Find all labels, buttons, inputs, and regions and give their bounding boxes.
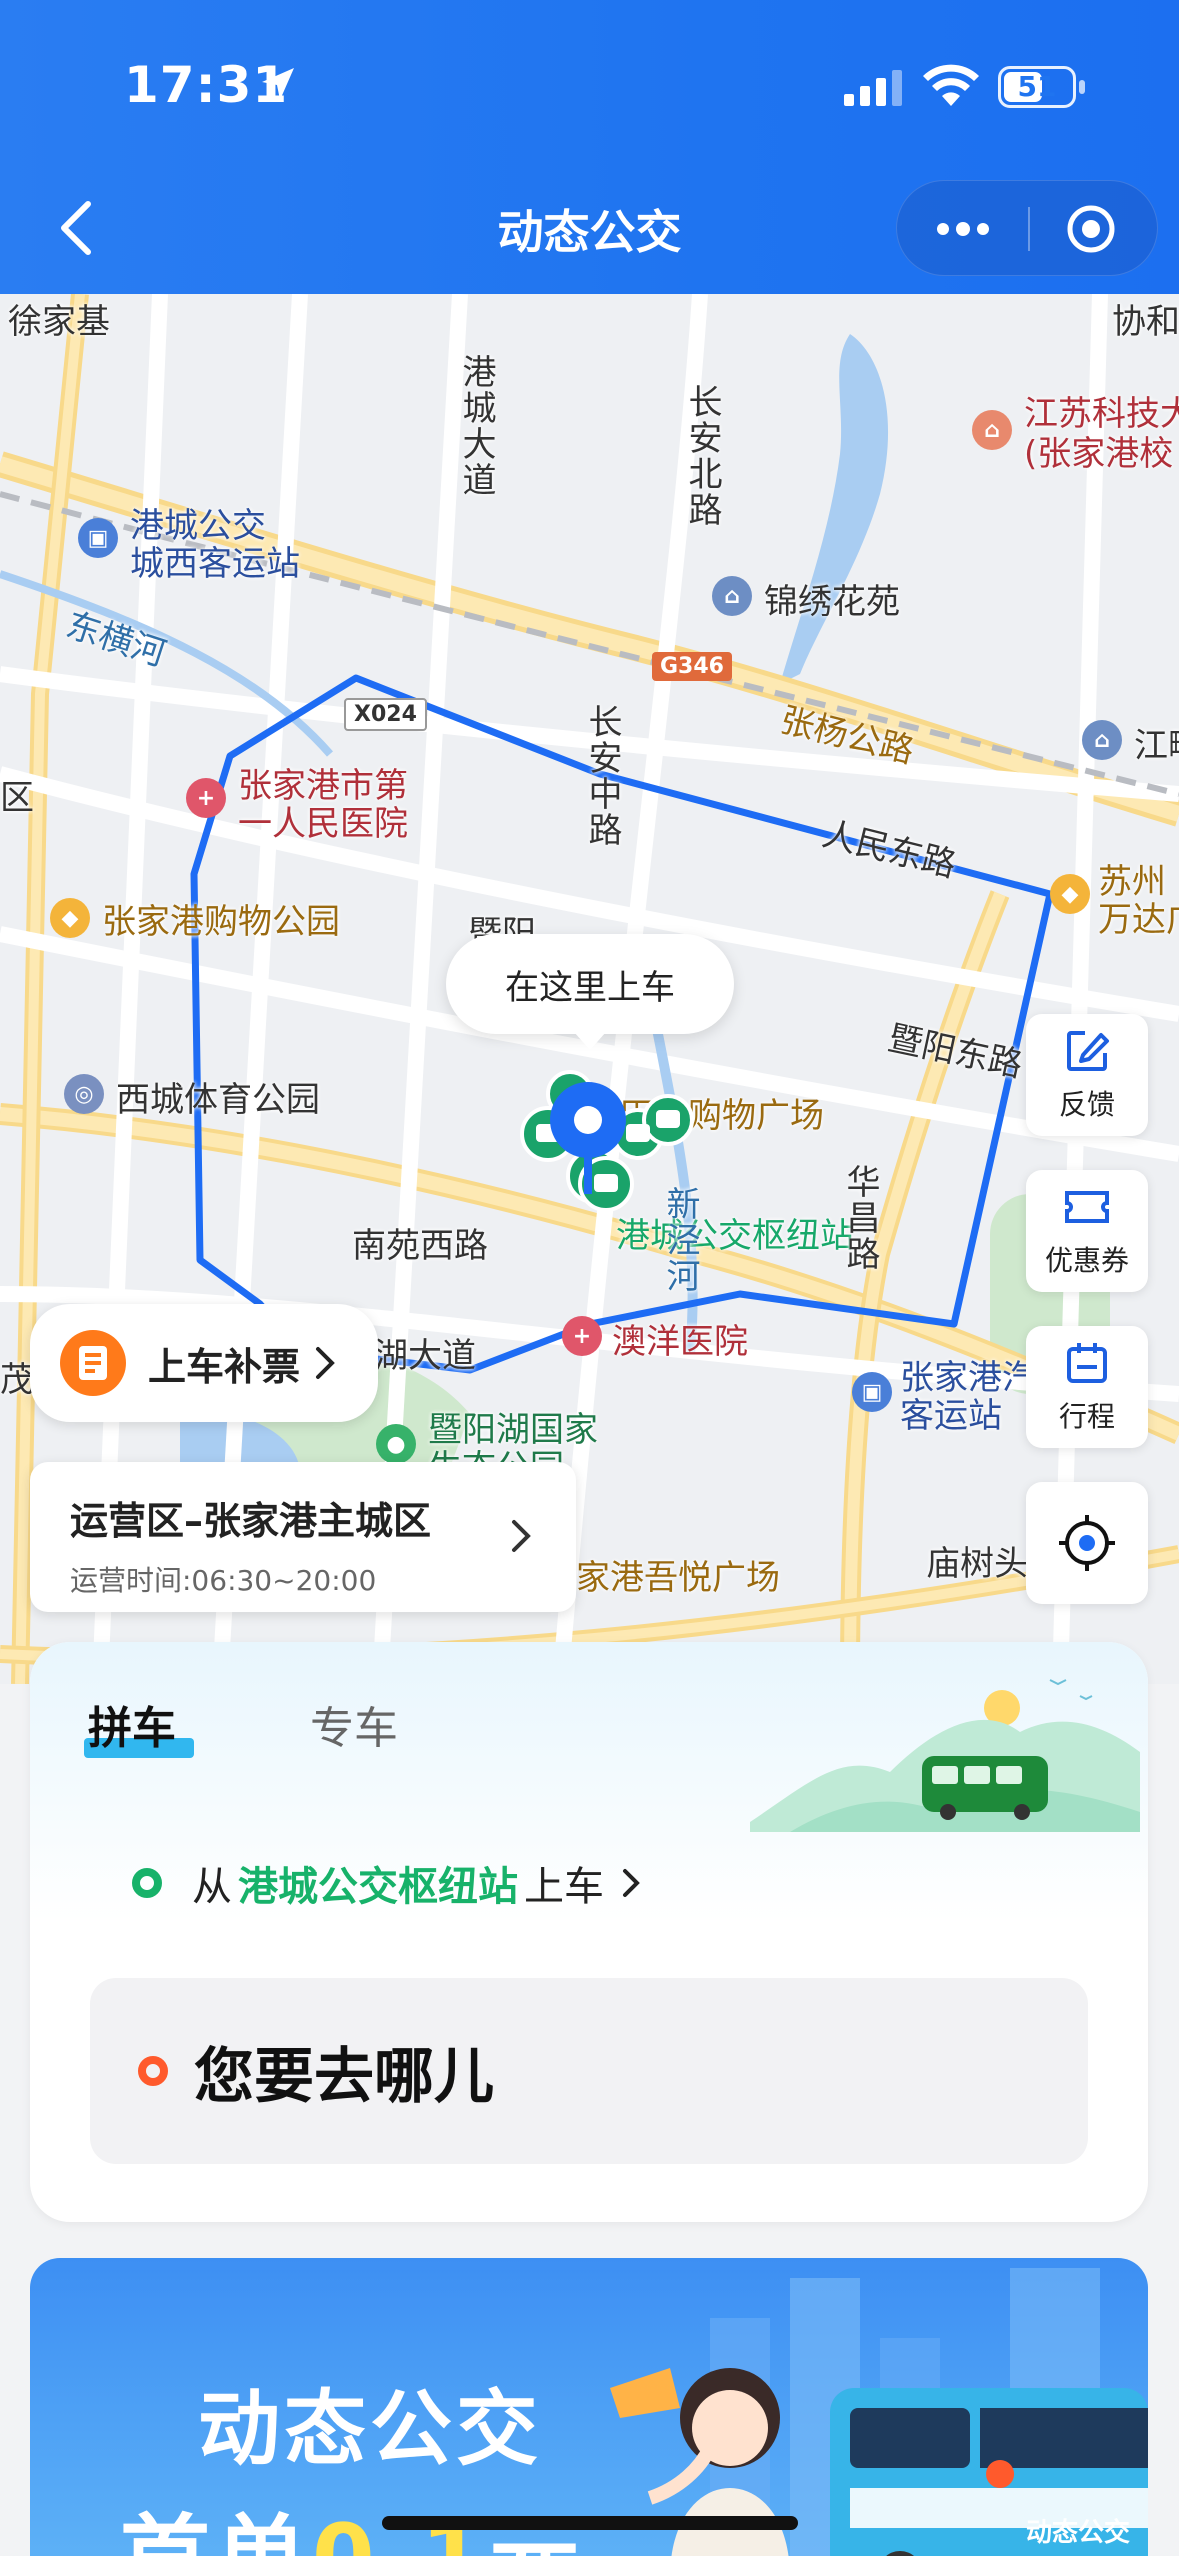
map-label: 庙树头 bbox=[926, 1544, 1028, 1584]
map-label: 澳洋医院 bbox=[612, 1322, 748, 1362]
close-miniprogram-icon[interactable] bbox=[1065, 203, 1117, 255]
hospital-poi-icon[interactable]: + bbox=[562, 1316, 602, 1356]
map-label: 西城体育公园 bbox=[116, 1080, 320, 1120]
operating-area-card[interactable]: 运营区–张家港主城区 运营时间:06:30~20:00 bbox=[30, 1462, 576, 1612]
map-label: 江畔 bbox=[1134, 726, 1179, 766]
ticket-supplement-button[interactable]: 上车补票 bbox=[30, 1304, 378, 1422]
from-suffix: 上车 bbox=[524, 1864, 604, 1910]
map-label: 港城大道 bbox=[456, 354, 496, 498]
map-label: 万达广 bbox=[1098, 900, 1179, 940]
map-label: 湖大道 bbox=[374, 1336, 476, 1376]
feedback-button[interactable]: 反馈 bbox=[1026, 1014, 1148, 1136]
battery-icon: 51 bbox=[998, 66, 1076, 108]
residential-poi-icon[interactable]: ⌂ bbox=[1082, 720, 1122, 760]
map-label: 城西客运站 bbox=[130, 544, 300, 584]
cellular-signal-icon bbox=[844, 70, 902, 106]
capsule-divider bbox=[1028, 207, 1030, 251]
pickup-here-bubble[interactable]: 在这里上车 bbox=[446, 934, 734, 1050]
coupon-label: 优惠券 bbox=[1044, 1244, 1129, 1277]
feedback-label: 反馈 bbox=[1058, 1088, 1115, 1121]
map-label: 协和 bbox=[1112, 302, 1179, 342]
university-poi-icon[interactable]: ⌂ bbox=[972, 410, 1012, 450]
location-arrow-icon bbox=[262, 68, 294, 100]
pickup-station-name: 港城公交枢纽站 bbox=[238, 1864, 518, 1910]
map-label: 一人民医院 bbox=[238, 804, 408, 844]
home-indicator[interactable] bbox=[382, 2516, 798, 2530]
road-shield: X024 bbox=[344, 698, 427, 731]
more-options-icon[interactable] bbox=[933, 211, 993, 247]
trip-button[interactable]: 行程 bbox=[1026, 1326, 1148, 1448]
operating-area-title: 运营区–张家港主城区 bbox=[70, 1499, 432, 1543]
map-label: 华昌路 bbox=[840, 1164, 880, 1272]
battery-level: 51 bbox=[1017, 70, 1057, 103]
booking-panel: 拼车 专车 从 港城公交枢纽站 上车 您要去哪儿 bbox=[30, 1642, 1148, 2222]
shopping-poi-icon[interactable]: ◆ bbox=[50, 898, 90, 938]
miniprogram-capsule bbox=[896, 180, 1158, 276]
ticket-icon bbox=[60, 1330, 126, 1396]
bus-station-poi-icon[interactable]: ▣ bbox=[78, 518, 118, 558]
residential-poi-icon[interactable]: ⌂ bbox=[712, 576, 752, 616]
destination-input[interactable]: 您要去哪儿 bbox=[90, 1978, 1088, 2164]
map-label: 长安中路 bbox=[582, 704, 622, 848]
map-label: 南苑西路 bbox=[352, 1226, 488, 1266]
promo-banner[interactable]: 动态公交 动态公交 首单0.1元 bbox=[30, 2258, 1148, 2556]
locate-me-button[interactable] bbox=[1026, 1482, 1148, 1604]
coupon-button[interactable]: 优惠券 bbox=[1026, 1170, 1148, 1292]
map-view[interactable]: 徐家基 协和 港城大道 长安北路 ⌂ 江苏科技大 (张家港校 ▣ 港城公交 城西… bbox=[0, 294, 1179, 1684]
stadium-poi-icon[interactable]: ◎ bbox=[64, 1074, 104, 1114]
map-label: 客运站 bbox=[900, 1396, 1002, 1436]
chevron-right-icon bbox=[623, 1869, 640, 1897]
from-prefix: 从 bbox=[192, 1864, 232, 1910]
wifi-icon bbox=[923, 64, 979, 106]
calendar-icon bbox=[1067, 1343, 1107, 1383]
map-label: 茂 bbox=[0, 1360, 34, 1400]
tab-private-car[interactable]: 专车 bbox=[310, 1692, 398, 1756]
park-poi-icon[interactable]: ● bbox=[376, 1424, 416, 1464]
mall-poi-icon[interactable]: ◆ bbox=[1050, 874, 1090, 914]
bus-text: 动态公交 bbox=[1026, 2518, 1131, 2548]
coupon-icon bbox=[1065, 1191, 1109, 1223]
trip-label: 行程 bbox=[1058, 1400, 1115, 1433]
map-label: 锦绣花苑 bbox=[764, 582, 900, 622]
map-label: 长安北路 bbox=[682, 384, 722, 528]
hospital-poi-icon[interactable]: + bbox=[186, 778, 226, 818]
map-label: (张家港校 bbox=[1024, 434, 1174, 474]
locate-crosshair-icon bbox=[1059, 1515, 1115, 1571]
map-label: 徐家基 bbox=[8, 302, 110, 342]
tab-carpool[interactable]: 拼车 bbox=[88, 1692, 176, 1756]
destination-dot-icon bbox=[138, 2056, 168, 2086]
promo-title: 动态公交 bbox=[198, 2382, 543, 2477]
chevron-right-icon bbox=[512, 1520, 531, 1552]
top-header: 17:31 51 动态公交 bbox=[0, 0, 1179, 294]
battery-cap bbox=[1079, 80, 1085, 94]
origin-dot-icon bbox=[132, 1868, 162, 1898]
chevron-right-icon bbox=[316, 1347, 335, 1379]
map-label: 家港吾悦广场 bbox=[576, 1558, 780, 1598]
highway-shield: G346 bbox=[652, 652, 732, 681]
pickup-station-row[interactable]: 从 港城公交枢纽站 上车 bbox=[132, 1854, 640, 1912]
destination-placeholder: 您要去哪儿 bbox=[194, 2041, 494, 2112]
map-label: 张家港购物公园 bbox=[102, 902, 340, 942]
bus-scenery-illustration bbox=[750, 1679, 1140, 1832]
edit-icon bbox=[1067, 1031, 1109, 1071]
operating-hours: 运营时间:06:30~20:00 bbox=[70, 1564, 377, 1597]
bus-station-poi-icon[interactable]: ▣ bbox=[852, 1372, 892, 1412]
pickup-location-pin-icon[interactable] bbox=[548, 1080, 628, 1200]
map-label: 区 bbox=[0, 778, 34, 818]
ticket-supplement-label: 上车补票 bbox=[148, 1344, 301, 1389]
